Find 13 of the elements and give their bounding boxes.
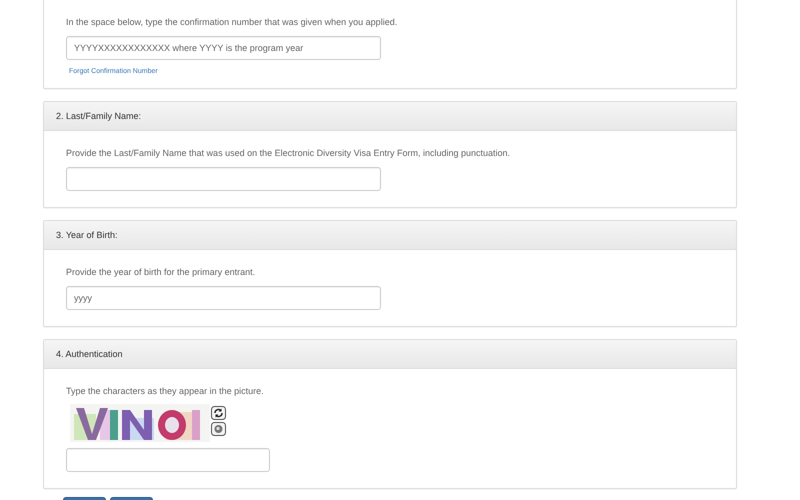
instruction-text: Type the characters as they appear in the picture. bbox=[66, 385, 264, 397]
instruction-text: Provide the year of birth for the primary entrant. bbox=[66, 266, 256, 278]
panel-heading: 2. Last/Family Name: bbox=[44, 102, 736, 131]
refresh-icon[interactable] bbox=[211, 406, 226, 420]
instruction-text: Provide the Last/Family Name that was used on the Electronic Diversity Visa Entry Form, including punctuation. bbox=[66, 147, 510, 159]
input-field[interactable]: yyyy bbox=[66, 286, 381, 310]
instruction-text: In the space below, type the confirmation number that was given when you applied. bbox=[66, 16, 398, 28]
input-field[interactable] bbox=[66, 167, 381, 191]
input-field[interactable]: YYYYXXXXXXXXXXXX where YYYY is the program year bbox=[66, 36, 381, 60]
panel-heading: 3. Year of Birth: bbox=[44, 221, 736, 250]
panel-heading: 4. Authentication bbox=[44, 340, 736, 369]
speaker-icon[interactable] bbox=[211, 422, 226, 436]
input-field[interactable] bbox=[66, 448, 270, 472]
